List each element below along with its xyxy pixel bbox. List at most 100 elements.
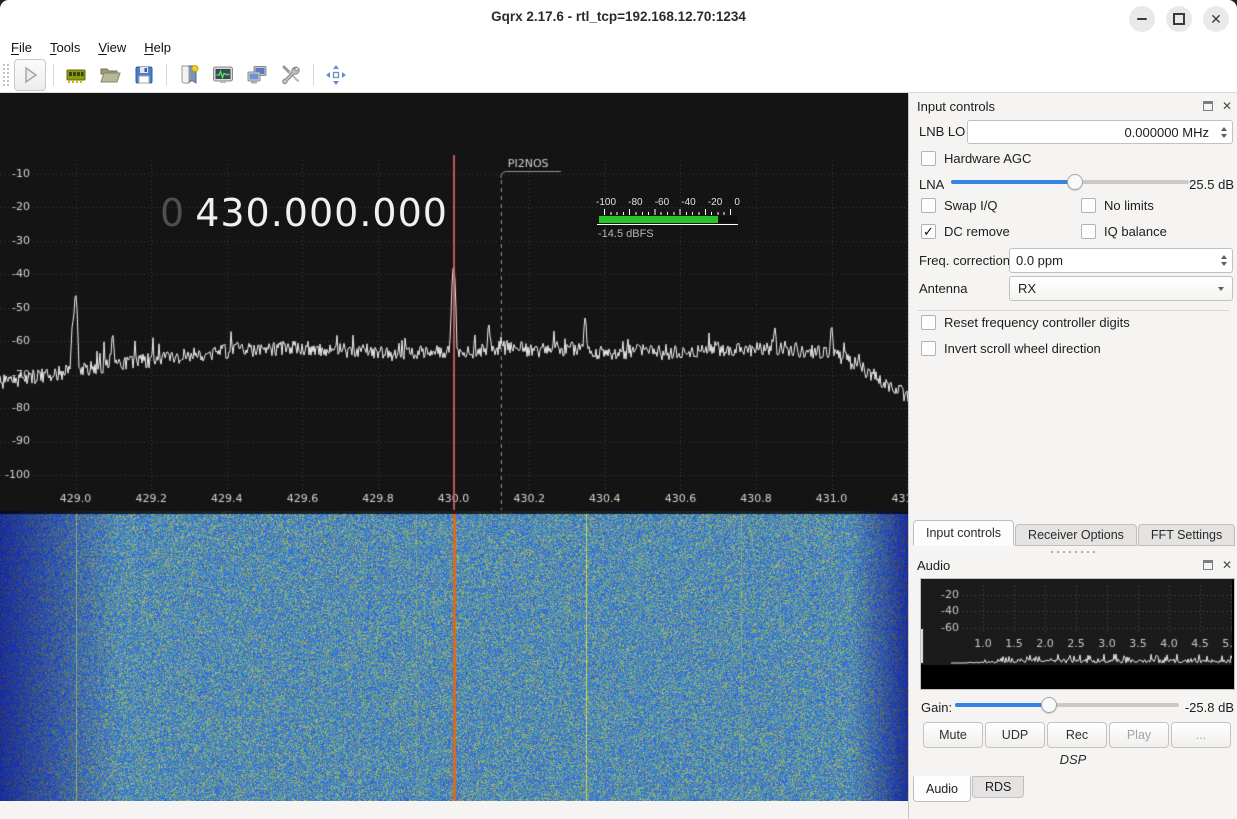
tab-fft-settings[interactable]: FFT Settings — [1138, 524, 1235, 546]
antenna-combobox[interactable]: RX — [1009, 276, 1233, 301]
frequency-display[interactable]: 0430.000.000 — [160, 191, 448, 235]
antenna-label: Antenna — [919, 281, 967, 296]
menu-tools[interactable]: Tools — [41, 38, 89, 57]
close-icon: ✕ — [1210, 12, 1222, 26]
dc-remove-checkbox[interactable]: ✓ — [921, 224, 936, 239]
gain-value: -25.8 dB — [1181, 700, 1234, 715]
udp-button[interactable]: UDP — [985, 722, 1045, 748]
save-file-button[interactable] — [129, 60, 159, 90]
iq-balance-label: IQ balance — [1104, 224, 1167, 239]
dsp-settings-button[interactable] — [208, 60, 238, 90]
menu-help[interactable]: Help — [135, 38, 180, 57]
audio-tab-bar: Audio RDS — [913, 776, 1025, 801]
save-floppy-icon — [132, 63, 156, 87]
swap-iq-checkbox[interactable] — [921, 198, 936, 213]
frequency-digits[interactable]: 430.000.000 — [195, 191, 448, 235]
antenna-value: RX — [1018, 281, 1218, 296]
spectrum-plotter[interactable]: 0430.000.000 -100-80-60-40-200 -14.5 dBF… — [0, 93, 908, 511]
gqrx-window: Gqrx 2.17.6 - rtl_tcp=192.168.12.70:1234… — [0, 0, 1237, 819]
lna-slider[interactable] — [951, 173, 1189, 191]
audio-dock-title: Audio ✕ — [917, 556, 1232, 574]
start-dsp-button[interactable] — [14, 59, 46, 91]
maximize-icon — [1173, 13, 1185, 25]
frequency-dim-digit[interactable]: 0 — [160, 191, 185, 235]
audio-title: Audio — [917, 558, 1203, 573]
dsp-scope-icon — [211, 63, 235, 87]
lnb-lo-spin-arrows[interactable] — [1215, 121, 1232, 143]
titlebar[interactable]: Gqrx 2.17.6 - rtl_tcp=192.168.12.70:1234… — [0, 0, 1237, 37]
signal-strength-meter: -100-80-60-40-200 -14.5 dBFS — [596, 197, 744, 240]
dock-close-icon[interactable]: ✕ — [1222, 559, 1232, 571]
iq-balance-checkbox[interactable] — [1081, 224, 1096, 239]
no-limits-checkbox[interactable] — [1081, 198, 1096, 213]
window-title: Gqrx 2.17.6 - rtl_tcp=192.168.12.70:1234 — [0, 9, 1237, 24]
freq-correction-spin-arrows[interactable] — [1215, 249, 1232, 272]
hardware-agc-checkbox[interactable] — [921, 151, 936, 166]
freq-correction-label: Freq. correction — [919, 253, 1010, 268]
maximize-button[interactable] — [1166, 6, 1192, 32]
lna-value: 25.5 dB — [1178, 177, 1234, 192]
spectrum-canvas[interactable] — [0, 93, 908, 511]
invert-scroll-label: Invert scroll wheel direction — [944, 341, 1101, 356]
play-button[interactable]: Play — [1109, 722, 1169, 748]
tools-button[interactable] — [276, 60, 306, 90]
bookmarks-button[interactable] — [174, 60, 204, 90]
input-controls-title: Input controls — [917, 99, 1203, 114]
open-folder-icon — [98, 63, 122, 87]
fullscreen-button[interactable] — [321, 60, 351, 90]
audio-buttons: Mute UDP Rec Play ... — [923, 722, 1231, 748]
audio-fft-display[interactable] — [920, 578, 1235, 690]
tab-receiver-options[interactable]: Receiver Options — [1015, 524, 1137, 546]
freq-correction-spinbox[interactable]: 0.0 ppm — [1009, 248, 1233, 273]
spin-down-icon[interactable] — [1221, 134, 1227, 138]
remote-control-icon — [245, 63, 269, 87]
gain-label: Gain: — [921, 700, 952, 715]
spin-up-icon[interactable] — [1221, 255, 1227, 259]
input-controls-dock-title: Input controls ✕ — [917, 97, 1232, 115]
waterfall-display[interactable] — [0, 511, 908, 801]
configure-io-devices-button[interactable] — [61, 60, 91, 90]
freq-correction-value[interactable]: 0.0 ppm — [1010, 253, 1215, 268]
dock-float-icon[interactable] — [1203, 560, 1213, 570]
bookmarks-icon — [177, 63, 201, 87]
spin-down-icon[interactable] — [1221, 262, 1227, 266]
dock-float-icon[interactable] — [1203, 101, 1213, 111]
toolbar-separator — [166, 64, 167, 86]
tools-icon — [279, 63, 303, 87]
splitter-handle[interactable] — [1049, 550, 1097, 554]
gain-slider[interactable] — [955, 696, 1179, 714]
meter-scale: -100-80-60-40-200 — [596, 197, 740, 208]
dock-close-icon[interactable]: ✕ — [1222, 100, 1232, 112]
reset-digits-checkbox[interactable] — [921, 315, 936, 330]
tab-rds[interactable]: RDS — [972, 776, 1024, 798]
minimize-button[interactable] — [1129, 6, 1155, 32]
mute-button[interactable]: Mute — [923, 722, 983, 748]
menu-view[interactable]: View — [89, 38, 135, 57]
gain-slider-handle[interactable] — [1041, 697, 1057, 713]
menu-file[interactable]: File — [2, 38, 41, 57]
minimize-icon — [1137, 18, 1147, 20]
invert-scroll-checkbox[interactable] — [921, 341, 936, 356]
reset-digits-label: Reset frequency controller digits — [944, 315, 1130, 330]
toolbar-drag-handle[interactable] — [2, 63, 9, 87]
open-file-button[interactable] — [95, 60, 125, 90]
more-options-button[interactable]: ... — [1171, 722, 1231, 748]
menubar: File Tools View Help — [0, 37, 1237, 58]
close-button[interactable]: ✕ — [1203, 6, 1229, 32]
tab-audio[interactable]: Audio — [913, 776, 971, 802]
meter-ticks — [604, 209, 732, 215]
audio-fft-canvas[interactable] — [921, 579, 1232, 687]
lna-slider-handle[interactable] — [1067, 174, 1083, 190]
lnb-lo-label: LNB LO — [919, 124, 965, 139]
meter-bar — [599, 216, 737, 223]
remote-control-button[interactable] — [242, 60, 272, 90]
dc-remove-label: DC remove — [944, 224, 1010, 239]
separator — [917, 310, 1229, 311]
lnb-lo-value[interactable]: 0.000000 MHz — [968, 125, 1215, 140]
right-panel: Input controls ✕ LNB LO 0.000000 MHz Har… — [908, 93, 1237, 819]
spin-up-icon[interactable] — [1221, 127, 1227, 131]
swap-iq-label: Swap I/Q — [944, 198, 997, 213]
rec-button[interactable]: Rec — [1047, 722, 1107, 748]
lnb-lo-spinbox[interactable]: 0.000000 MHz — [967, 120, 1233, 144]
tab-input-controls[interactable]: Input controls — [913, 520, 1014, 546]
